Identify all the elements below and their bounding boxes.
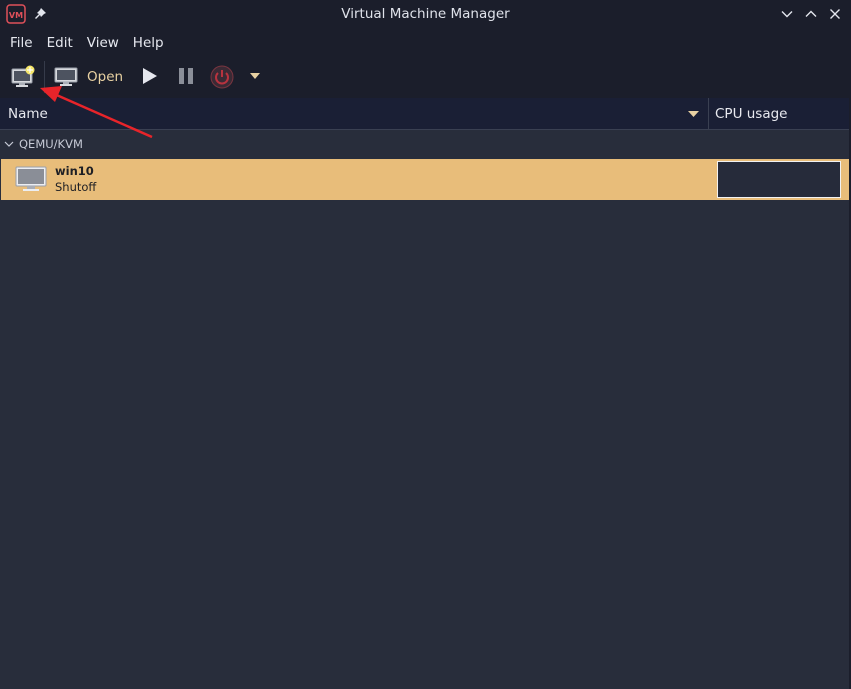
run-button[interactable] xyxy=(141,67,159,85)
vmm-window: VM Virtual Machine Manager File Edit Vie… xyxy=(0,0,851,689)
vm-row[interactable]: win10 Shutoff xyxy=(1,159,849,200)
chevron-down-icon[interactable] xyxy=(4,140,14,148)
cpu-usage-graph xyxy=(717,161,841,198)
connection-group[interactable]: QEMU/KVM xyxy=(0,130,851,158)
column-cpu-usage[interactable]: CPU usage xyxy=(715,106,787,122)
toolbar: Open xyxy=(0,56,851,98)
new-vm-button[interactable] xyxy=(10,65,36,89)
maximize-icon[interactable] xyxy=(804,7,818,21)
sort-chevron-down-icon[interactable] xyxy=(688,110,699,118)
minimize-icon[interactable] xyxy=(780,7,794,21)
menu-edit[interactable]: Edit xyxy=(37,35,73,51)
menu-file[interactable]: File xyxy=(0,35,33,51)
open-button[interactable]: Open xyxy=(54,65,123,89)
connection-label: QEMU/KVM xyxy=(19,137,83,151)
menu-view[interactable]: View xyxy=(77,35,119,51)
toolbar-separator xyxy=(44,61,45,93)
monitor-icon xyxy=(54,67,78,86)
menu-bar: File Edit View Help xyxy=(0,29,851,56)
vm-monitor-icon xyxy=(15,166,47,191)
column-name[interactable]: Name xyxy=(8,106,48,122)
menu-help[interactable]: Help xyxy=(123,35,164,51)
vm-status: Shutoff xyxy=(55,180,97,194)
column-header: Name CPU usage xyxy=(0,98,851,130)
close-icon[interactable] xyxy=(828,7,842,21)
vm-name: win10 xyxy=(55,164,94,178)
title-bar: VM Virtual Machine Manager xyxy=(0,0,851,29)
shutdown-button[interactable] xyxy=(210,65,234,89)
shutdown-menu-chevron-down-icon[interactable] xyxy=(249,71,261,81)
pause-button[interactable] xyxy=(178,68,194,84)
window-title: Virtual Machine Manager xyxy=(341,6,510,22)
open-label: Open xyxy=(87,69,124,85)
column-divider[interactable] xyxy=(708,98,709,129)
